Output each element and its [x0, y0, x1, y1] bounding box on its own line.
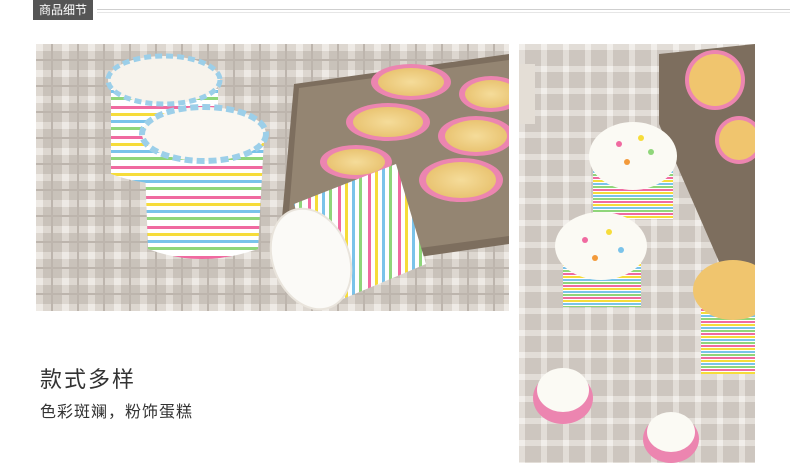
section-divider [97, 9, 790, 10]
section-divider-secondary [97, 12, 790, 13]
caption-subtitle: 色彩斑斓，粉饰蛋糕 [40, 402, 194, 421]
product-photo-cupcakes-graphic [519, 44, 755, 463]
section-tag: 商品细节 [33, 0, 94, 20]
caption-title: 款式多样 [40, 368, 137, 393]
product-photo-liners [36, 44, 509, 311]
product-photo-cupcakes [519, 44, 755, 463]
section-header: 商品细节 [0, 0, 790, 20]
product-photo-liners-graphic [36, 44, 509, 311]
